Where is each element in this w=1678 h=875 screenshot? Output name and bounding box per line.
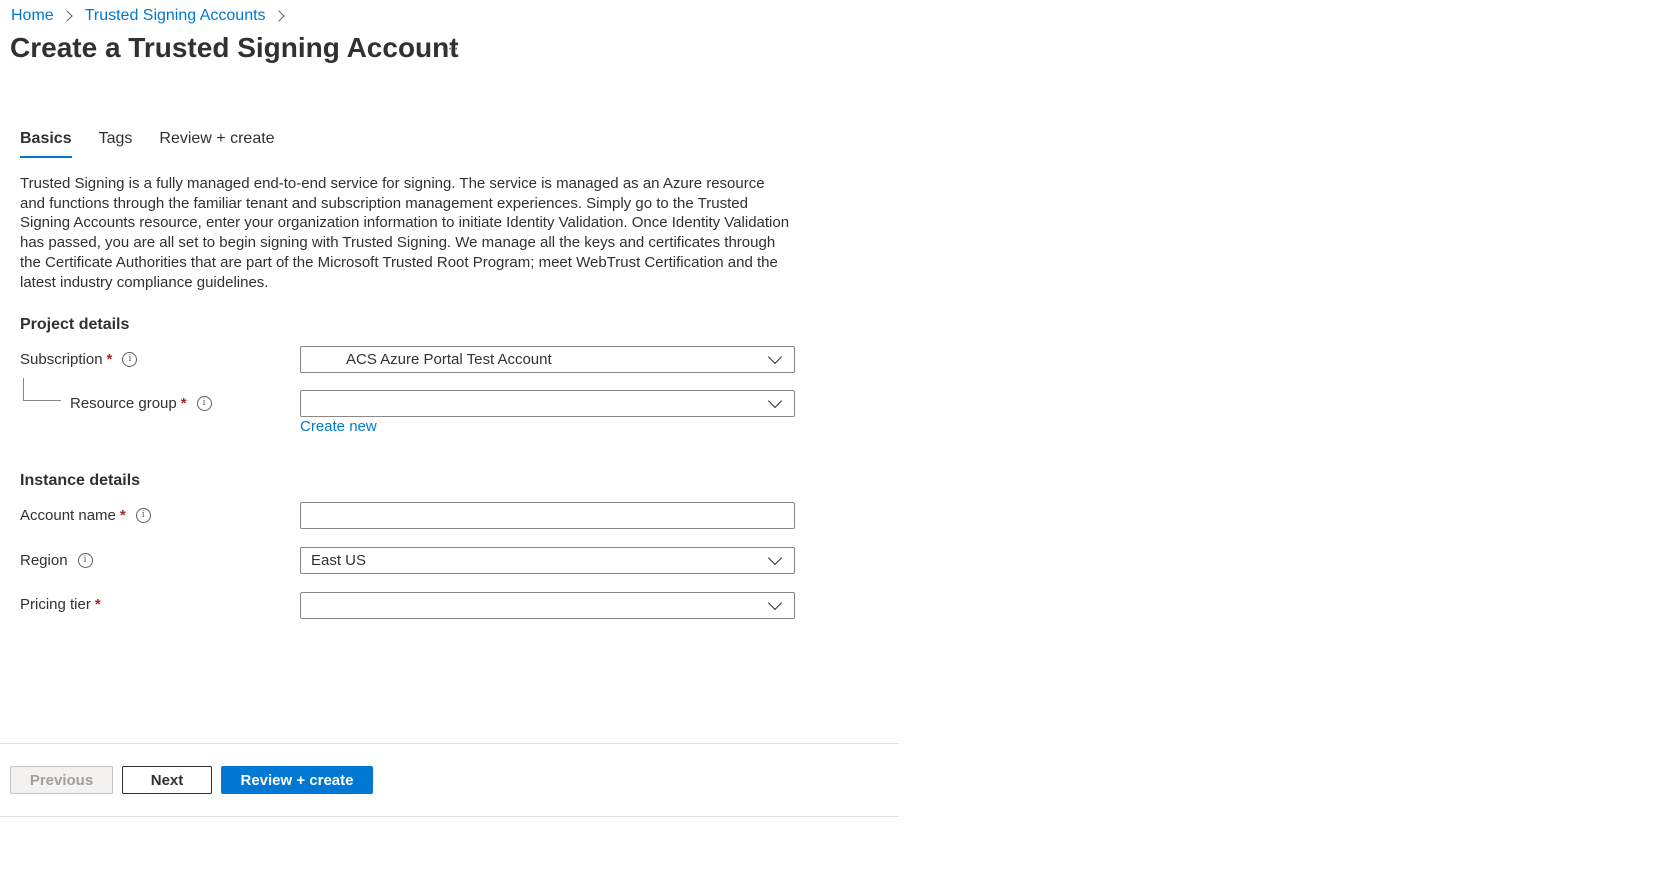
account-name-label: Account name * i — [20, 507, 151, 524]
tree-connector — [23, 378, 61, 401]
region-dropdown[interactable]: East US — [300, 547, 795, 574]
tab-tags[interactable]: Tags — [99, 130, 133, 158]
pricing-tier-label-text: Pricing tier — [20, 596, 91, 613]
tab-bar: Basics Tags Review + create — [20, 130, 302, 158]
region-label: Region i — [20, 552, 93, 569]
tab-review-create[interactable]: Review + create — [159, 130, 274, 158]
required-indicator: * — [106, 351, 113, 368]
footer-divider — [0, 743, 899, 744]
account-name-label-text: Account name — [20, 507, 116, 524]
region-label-text: Region — [20, 552, 68, 569]
account-name-input[interactable] — [300, 502, 795, 529]
info-icon[interactable]: i — [135, 508, 151, 523]
subscription-label-text: Subscription — [20, 351, 103, 368]
description-text: Trusted Signing is a fully managed end-t… — [20, 175, 790, 291]
pricing-tier-dropdown[interactable] — [300, 592, 795, 619]
resource-group-label-text: Resource group — [70, 395, 177, 412]
chevron-down-icon — [767, 349, 783, 365]
info-icon[interactable]: i — [122, 352, 138, 367]
next-button[interactable]: Next — [122, 766, 212, 794]
pricing-tier-label: Pricing tier * — [20, 596, 101, 613]
info-icon[interactable]: i — [77, 553, 93, 568]
chevron-down-icon — [767, 595, 783, 611]
instance-details-heading: Instance details — [20, 472, 141, 489]
resource-group-dropdown[interactable] — [300, 390, 795, 417]
create-new-link[interactable]: Create new — [300, 418, 377, 435]
breadcrumb: Home Trusted Signing Accounts — [11, 7, 297, 25]
info-icon[interactable]: i — [196, 396, 212, 411]
review-create-button[interactable]: Review + create — [221, 766, 373, 794]
page-title: Create a Trusted Signing Account — [10, 32, 459, 63]
required-indicator: * — [94, 596, 101, 613]
footer-bottom-divider — [0, 816, 899, 817]
subscription-dropdown[interactable]: ACS Azure Portal Test Account — [300, 346, 795, 373]
project-details-heading: Project details — [20, 316, 130, 333]
more-icon[interactable]: ··· — [441, 40, 460, 58]
subscription-value: ACS Azure Portal Test Account — [346, 351, 552, 368]
previous-button[interactable]: Previous — [10, 766, 113, 794]
region-value: East US — [311, 552, 367, 569]
required-indicator: * — [180, 395, 187, 412]
breadcrumb-home-link[interactable]: Home — [11, 7, 54, 25]
subscription-label: Subscription * i — [20, 351, 138, 368]
breadcrumb-accounts-link[interactable]: Trusted Signing Accounts — [85, 7, 266, 25]
required-indicator: * — [119, 507, 126, 524]
chevron-down-icon — [767, 393, 783, 409]
tab-basics[interactable]: Basics — [20, 130, 72, 158]
chevron-down-icon — [767, 550, 783, 566]
chevron-right-icon — [61, 10, 73, 22]
resource-group-label: Resource group * i — [70, 395, 212, 412]
chevron-right-icon — [272, 10, 285, 22]
